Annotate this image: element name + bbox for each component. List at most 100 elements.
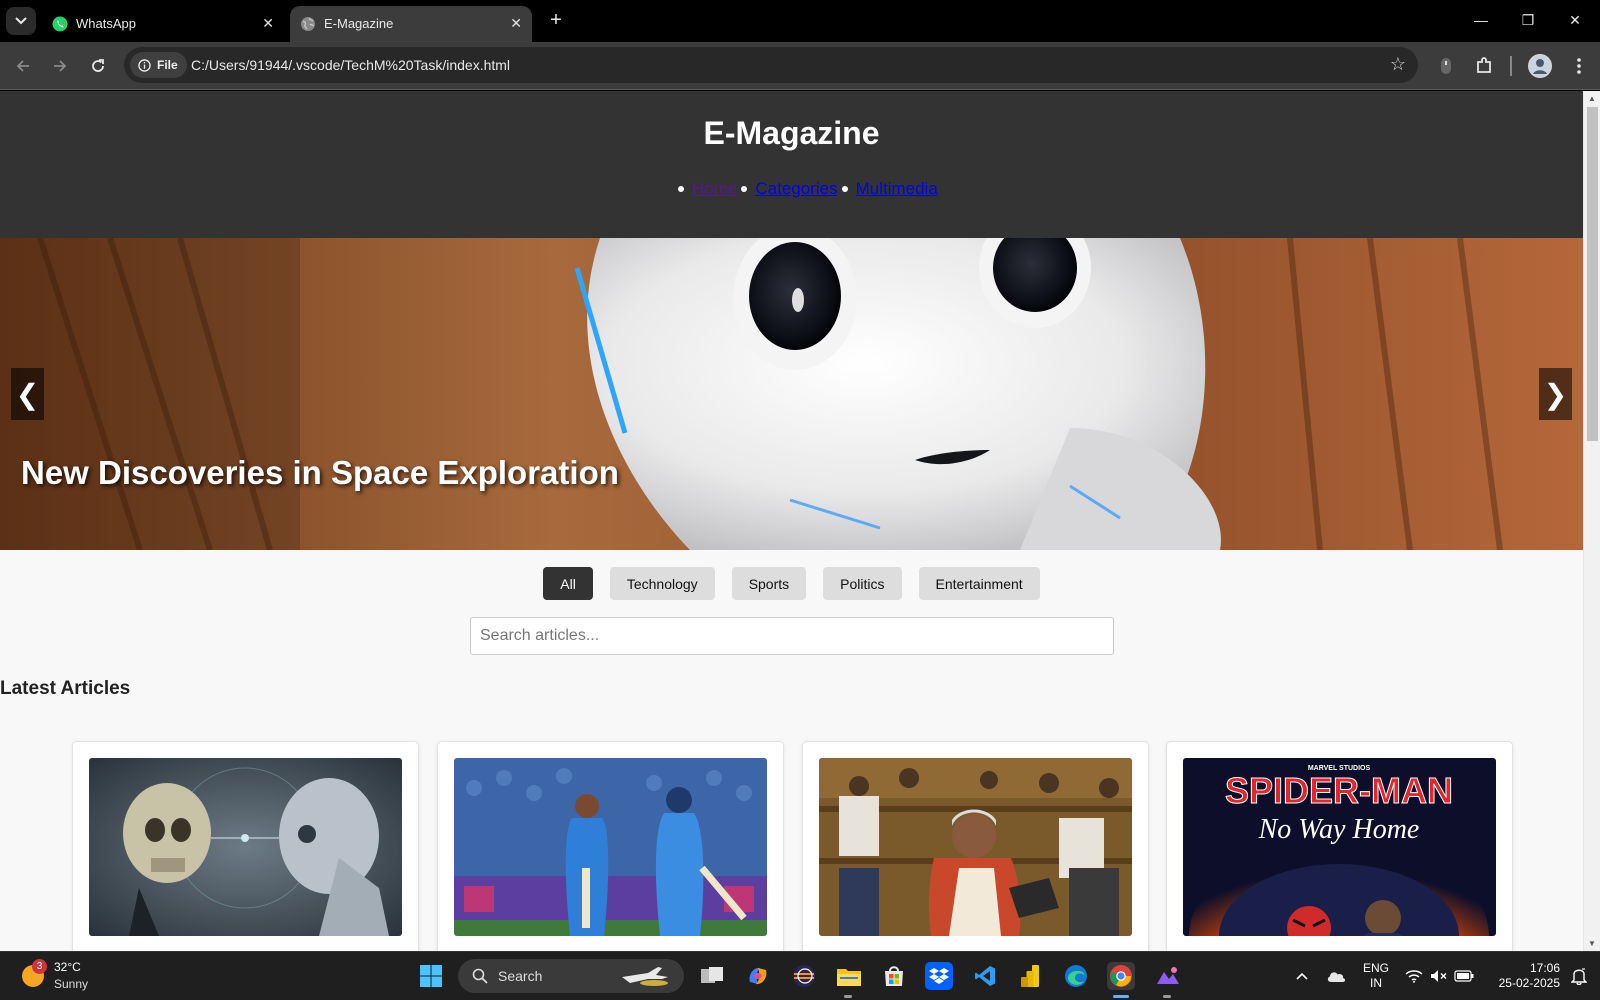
taskbar-search-label: Search — [498, 968, 543, 984]
search-articles-input[interactable] — [470, 617, 1114, 655]
search-highlight-plane-icon — [622, 967, 668, 986]
vscode-icon[interactable] — [971, 962, 999, 990]
eclipse-icon[interactable] — [790, 962, 818, 990]
bookmark-star-icon[interactable]: ☆ — [1390, 54, 1406, 75]
active-app-indicator — [1113, 995, 1129, 998]
new-tab-button[interactable]: + — [544, 9, 568, 33]
scrollbar-thumb[interactable] — [1587, 107, 1598, 441]
language-indicator[interactable]: ENG IN — [1360, 961, 1392, 991]
nav-link-home[interactable]: Home — [692, 179, 737, 199]
nav-link-multimedia[interactable]: Multimedia — [856, 179, 938, 199]
nav-item-home: Home — [676, 179, 737, 199]
slider-next-button[interactable]: ❯ — [1539, 368, 1572, 420]
clock-time: 17:06 — [1529, 961, 1560, 975]
search-icon — [472, 968, 488, 984]
running-app-indicator — [1163, 995, 1171, 998]
clock[interactable]: 17:06 25-02-2025 — [1484, 961, 1560, 991]
copilot-icon[interactable] — [744, 962, 772, 990]
hero-title: New Discoveries in Space Exploration — [21, 454, 619, 491]
close-tab-icon[interactable]: ✕ — [262, 15, 274, 32]
scroll-up-icon[interactable]: ▲ — [1588, 94, 1596, 103]
address-bar[interactable]: File C:/Users/91944/.vscode/TechM%20Task… — [124, 47, 1418, 83]
tab-search-button[interactable] — [6, 7, 36, 35]
chrome-icon[interactable] — [1107, 962, 1135, 990]
info-icon — [138, 58, 151, 72]
slider-prev-button[interactable]: ❮ — [11, 368, 44, 420]
filter-technology-button[interactable]: Technology — [609, 567, 715, 600]
parliament-speech-image — [819, 758, 1132, 936]
nav-item-categories: Categories — [739, 179, 838, 199]
minimize-button[interactable]: — — [1466, 8, 1496, 32]
onedrive-cloud-icon[interactable] — [1322, 962, 1350, 990]
list-bullet — [741, 186, 748, 192]
file-chip-label: File — [157, 58, 178, 72]
article-thumbnail: MARVEL STUDIOS SPIDER-MAN No Way Home — [1183, 758, 1496, 936]
volume-muted-icon[interactable] — [1425, 962, 1453, 990]
article-card[interactable] — [437, 741, 784, 951]
article-card[interactable] — [802, 741, 1149, 951]
browser-menu-icon[interactable] — [1568, 55, 1590, 77]
page-scrollbar[interactable]: ▲ ▼ — [1583, 91, 1600, 951]
toolbar-separator — [1510, 56, 1512, 76]
browser-toolbar: File C:/Users/91944/.vscode/TechM%20Task… — [0, 42, 1600, 90]
close-window-button[interactable]: ✕ — [1560, 8, 1590, 32]
browser-tab-strip: WhatsApp ✕ E-Magazine ✕ + — ❐ ✕ — [0, 0, 1600, 42]
language-line2: IN — [1370, 976, 1382, 990]
power-bi-icon[interactable] — [1016, 962, 1044, 990]
poster-title-text: SPIDER-MAN — [1225, 770, 1453, 811]
poster-subtitle-text: No Way Home — [1258, 814, 1420, 845]
reload-icon — [92, 59, 104, 72]
taskbar-search-box[interactable]: Search — [458, 959, 684, 993]
list-bullet — [678, 186, 684, 192]
task-view-icon[interactable] — [698, 962, 726, 990]
wifi-icon[interactable] — [1400, 962, 1428, 990]
back-button[interactable] — [11, 54, 35, 78]
tab-e-magazine[interactable]: E-Magazine ✕ — [290, 6, 532, 42]
file-explorer-icon[interactable] — [835, 962, 863, 990]
dropbox-icon[interactable] — [925, 962, 953, 990]
weather-condition[interactable]: Sunny — [54, 977, 88, 991]
ai-skull-robot-image — [89, 758, 402, 936]
site-info-chip[interactable]: File — [130, 52, 187, 78]
nav-link-categories[interactable]: Categories — [755, 179, 837, 199]
start-button[interactable] — [417, 962, 445, 990]
forward-button[interactable] — [48, 54, 72, 78]
language-line1: ENG — [1362, 961, 1389, 975]
weather-temperature[interactable]: 32°C — [54, 960, 81, 974]
extension-mouse-icon[interactable] — [1435, 55, 1457, 77]
filter-politics-button[interactable]: Politics — [823, 567, 902, 600]
tab-whatsapp[interactable]: WhatsApp ✕ — [42, 6, 284, 42]
article-thumbnail — [454, 758, 767, 936]
filter-entertainment-button[interactable]: Entertainment — [918, 567, 1040, 600]
windows-logo-icon — [420, 965, 442, 987]
article-card[interactable] — [72, 741, 419, 951]
site-title: E-Magazine — [703, 115, 880, 151]
latest-articles-heading: Latest Articles — [0, 678, 131, 699]
show-hidden-icons-chevron[interactable] — [1288, 962, 1316, 990]
photos-icon[interactable] — [1154, 962, 1182, 990]
notification-bell-icon[interactable] — [1565, 962, 1593, 990]
edge-icon[interactable] — [1062, 962, 1090, 990]
microsoft-store-icon[interactable] — [880, 962, 908, 990]
clock-date: 25-02-2025 — [1498, 976, 1560, 990]
scroll-down-icon[interactable]: ▼ — [1588, 939, 1596, 948]
close-tab-icon[interactable]: ✕ — [510, 15, 522, 32]
filter-all-button[interactable]: All — [543, 567, 593, 600]
hero-slider: New Discoveries in Space Exploration ❮ ❯ — [0, 238, 1583, 550]
weather-badge: 3 — [32, 959, 47, 974]
arrow-right-icon — [54, 60, 67, 72]
nav-item-multimedia: Multimedia — [840, 179, 938, 199]
robot-hero-image — [0, 238, 1583, 550]
extensions-puzzle-icon[interactable] — [1473, 55, 1495, 77]
reload-button[interactable] — [86, 54, 110, 78]
url-text[interactable]: C:/Users/91944/.vscode/TechM%20Task/inde… — [191, 57, 510, 73]
whatsapp-icon — [52, 16, 68, 32]
profile-avatar[interactable] — [1528, 54, 1552, 78]
spiderman-poster-image: MARVEL STUDIOS SPIDER-MAN No Way Home — [1183, 758, 1496, 936]
article-card[interactable]: MARVEL STUDIOS SPIDER-MAN No Way Home — [1166, 741, 1513, 951]
battery-icon[interactable] — [1450, 962, 1478, 990]
restore-button[interactable]: ❐ — [1513, 8, 1543, 32]
category-filters: All Technology Sports Politics Entertain… — [0, 567, 1583, 600]
tab-title: WhatsApp — [76, 16, 136, 31]
filter-sports-button[interactable]: Sports — [731, 567, 807, 600]
